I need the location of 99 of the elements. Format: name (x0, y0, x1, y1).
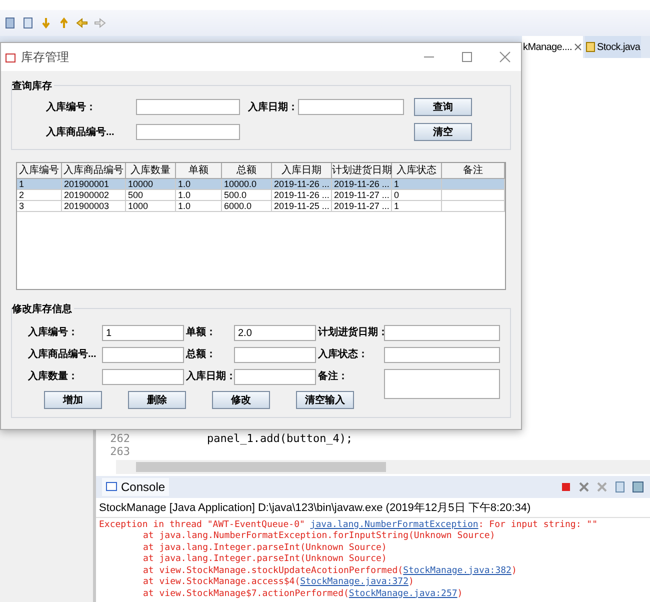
action-button[interactable]: 增加 (44, 391, 102, 409)
field-label: 入库商品编号... (46, 125, 116, 139)
close-icon[interactable] (574, 43, 582, 51)
editor-tab[interactable]: Stock.java (584, 36, 642, 58)
field-label: 备注： (318, 369, 349, 383)
maximize-icon[interactable] (461, 51, 473, 63)
field-label: 总额： (186, 347, 217, 361)
group-title: 查询库存 (12, 79, 54, 93)
table-cell (442, 179, 505, 190)
field-label: 入库商品编号... (28, 347, 98, 361)
table-cell: 2019-11-27 ... (332, 201, 392, 212)
field-label: 入库数量： (28, 369, 79, 383)
query-button[interactable]: 查询 (414, 98, 472, 116)
source-link[interactable]: StockManage.java:257 (348, 588, 458, 598)
column-header[interactable]: 入库日期 (272, 163, 332, 179)
input-field[interactable] (234, 369, 316, 385)
table-cell: 6000.0 (222, 201, 272, 212)
table-cell: 10000 (126, 179, 176, 190)
input-field[interactable]: 1 (102, 325, 184, 341)
line-number: 263 (109, 444, 130, 458)
table-cell: 1000 (126, 201, 176, 212)
table-cell: 1.0 (176, 179, 222, 190)
table-cell: 2019-11-26 ... (272, 179, 332, 190)
table-cell: 500.0 (222, 190, 272, 201)
table-cell: 1.0 (176, 201, 222, 212)
console-icon (106, 482, 117, 492)
table-cell: 201900002 (62, 190, 126, 201)
input-field[interactable] (384, 325, 500, 341)
document-icon[interactable] (4, 17, 16, 29)
column-header[interactable]: 入库商品编号 (62, 163, 126, 179)
field-label: 计划进货日期： (318, 326, 382, 339)
action-button[interactable]: 删除 (128, 391, 186, 409)
input-field[interactable] (384, 347, 500, 363)
console-tab[interactable]: Console (102, 478, 170, 496)
console-line: at view.StockManage.access$4(StockManage.java:372) (142, 577, 415, 588)
code-line: panel_1.add(button_4); (206, 432, 353, 444)
column-header[interactable]: 单额 (176, 163, 222, 179)
action-button[interactable]: 清空输入 (296, 391, 354, 409)
table-cell: 201900003 (62, 201, 126, 212)
input-field[interactable] (136, 124, 240, 140)
field-label: 入库状态： (318, 347, 369, 361)
table-cell: 500 (126, 190, 176, 201)
arrow-up-icon[interactable] (58, 17, 70, 29)
table-cell: 10000.0 (222, 179, 272, 190)
close-icon[interactable] (499, 51, 511, 63)
line-number: 262 (109, 432, 130, 444)
arrow-down-icon[interactable] (40, 17, 52, 29)
column-header[interactable]: 计划进货日期 (332, 163, 392, 179)
clear-button[interactable]: 清空 (414, 123, 472, 141)
field-label: 入库编号： (46, 100, 97, 114)
input-field[interactable] (102, 369, 184, 385)
process-label: StockManage [Java Application] D:\java\123\bin\javaw.exe (2019年12月5日 下午8:20:34) (96, 498, 650, 518)
column-header[interactable]: 总额 (222, 163, 272, 179)
input-field[interactable] (136, 99, 240, 115)
horizontal-scrollbar[interactable] (116, 460, 650, 474)
console-line: at java.lang.NumberFormatException.forInputString(Unknown Source) (142, 531, 496, 542)
field-label: 入库编号： (28, 325, 79, 339)
console-line: at view.StockManage.stockUpdateAcotionPerformed(StockManage.java:382) (142, 566, 518, 577)
console-line: at view.StockManage$7.actionPerformed(StockManage.java:257) (142, 588, 464, 600)
console-line: at java.lang.Integer.parseInt(Unknown Source) (142, 554, 388, 566)
action-button[interactable]: 修改 (212, 391, 270, 409)
remove-icon[interactable] (578, 480, 590, 492)
console-line: Exception in thread "AWT-EventQueue-0" java.lang.NumberFormatException: For input string: "" (99, 520, 599, 531)
column-header[interactable]: 入库数量 (126, 163, 176, 179)
forward-arrow-icon[interactable] (94, 17, 106, 29)
table-cell: 0 (392, 190, 442, 201)
source-link[interactable]: StockManage.java:382 (403, 566, 512, 576)
field-label: 入库日期： (248, 100, 298, 114)
column-header[interactable]: 入库状态 (392, 163, 442, 179)
table-cell: 1 (17, 179, 62, 190)
table-cell: 201900001 (62, 179, 126, 190)
table-cell: 2019-11-25 ... (272, 201, 332, 212)
editor-tab[interactable]: kManage.... (522, 36, 583, 58)
field-label: 单额： (186, 325, 217, 339)
remove-all-icon[interactable] (596, 480, 608, 492)
table-cell: 1 (392, 179, 442, 190)
field-label: 入库日期： (186, 369, 232, 383)
source-link[interactable]: StockManage.java:372 (300, 577, 409, 587)
column-header[interactable]: 入库编号 (17, 163, 62, 179)
table-cell: 2 (17, 190, 62, 201)
terminate-icon[interactable] (560, 480, 572, 492)
remark-field[interactable] (384, 369, 500, 399)
table-cell: 2019-11-27 ... (332, 190, 392, 201)
column-header[interactable]: 备注 (442, 163, 505, 179)
table-cell: 1 (392, 201, 442, 212)
input-field[interactable] (102, 347, 184, 363)
input-field[interactable] (234, 347, 316, 363)
source-link[interactable]: java.lang.NumberFormatException (310, 520, 478, 530)
table-cell: 3 (17, 201, 62, 212)
back-arrow-icon[interactable] (76, 17, 88, 29)
table-cell: 1.0 (176, 190, 222, 201)
java-file-icon (586, 42, 595, 52)
input-field[interactable]: 2.0 (234, 325, 316, 341)
group-title: 修改库存信息 (12, 302, 74, 316)
table-cell: 2019-11-26 ... (272, 190, 332, 201)
console-line: at java.lang.Integer.parseInt(Unknown Source) (142, 542, 388, 554)
window-title: 库存管理 (21, 48, 69, 66)
input-field[interactable] (298, 99, 404, 115)
table-cell: 2019-11-26 ... (332, 179, 392, 190)
